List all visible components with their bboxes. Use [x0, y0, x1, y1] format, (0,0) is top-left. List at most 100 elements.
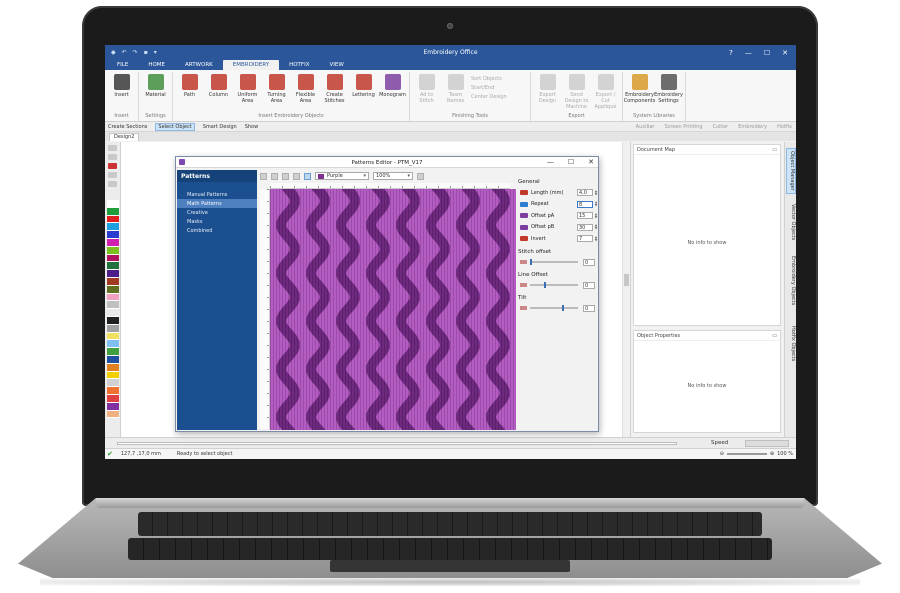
slider-value[interactable]: 0: [583, 304, 595, 312]
palette-swatch[interactable]: [107, 340, 119, 349]
show-button[interactable]: Show: [245, 124, 259, 130]
undo-icon[interactable]: ↶: [122, 49, 127, 56]
spinner-icon[interactable]: ▲ ▼: [594, 201, 598, 207]
slider-value[interactable]: 0: [583, 258, 595, 266]
maximize-button[interactable]: ☐: [764, 49, 770, 57]
palette-swatch[interactable]: [107, 200, 119, 208]
palette-swatch[interactable]: [107, 363, 119, 372]
tab-artwork[interactable]: ARTWORK: [175, 60, 223, 70]
zoom-out-icon[interactable]: ⊖: [720, 451, 724, 457]
palette-swatch[interactable]: [107, 410, 119, 419]
dialog-close-button[interactable]: ✕: [588, 158, 594, 166]
ribbon-button-2-4[interactable]: Flexible Area: [292, 72, 319, 112]
palette-swatch[interactable]: [107, 238, 119, 247]
palette-swatch[interactable]: [107, 316, 119, 325]
create-sections-button[interactable]: Create Sections: [108, 124, 147, 130]
ribbon-button-5-1[interactable]: Embroidery Settings: [654, 72, 683, 112]
smart-design-button[interactable]: Smart Design: [203, 124, 237, 130]
tab-file[interactable]: FILE: [107, 60, 138, 70]
scrollbar-thumb[interactable]: [624, 274, 629, 286]
spinner-icon[interactable]: ▲ ▼: [594, 235, 598, 242]
palette-swatch[interactable]: [107, 293, 119, 302]
patterns-nav-item-math-patterns[interactable]: Math Patterns: [177, 199, 257, 208]
zoom-icon[interactable]: [304, 172, 311, 180]
spinner-icon[interactable]: ▲ ▼: [594, 189, 598, 196]
stitch-tool-icon[interactable]: [108, 172, 117, 178]
palette-swatch[interactable]: [107, 379, 119, 388]
mode-screen-printing[interactable]: Screen Printing: [665, 124, 703, 130]
ribbon-button-2-7[interactable]: Monogram: [379, 72, 406, 112]
palette-swatch[interactable]: [107, 301, 119, 310]
mode-hotfix[interactable]: Hotfix: [777, 124, 792, 130]
ribbon-button-4-1[interactable]: Send Design to Machine: [563, 72, 590, 112]
ribbon-button-5-0[interactable]: Embroidery Components: [624, 72, 655, 112]
document-tab-design2[interactable]: Design2: [109, 133, 140, 141]
side-tab-object-manager[interactable]: Object Manager: [786, 148, 796, 194]
palette-swatch[interactable]: [107, 246, 119, 255]
canvas-vertical-scrollbar[interactable]: [622, 142, 630, 439]
ribbon-button-2-3[interactable]: Turning Area: [263, 72, 290, 112]
help-button[interactable]: ?: [729, 49, 733, 57]
select-object-button[interactable]: Select Object: [155, 122, 195, 131]
zoom-in-icon[interactable]: ⊕: [770, 451, 774, 457]
mode-cutter[interactable]: Cutter: [713, 124, 729, 130]
palette-swatch[interactable]: [107, 215, 119, 224]
quick-access-dropdown-icon[interactable]: ▾: [154, 49, 157, 56]
patterns-nav-item-combined[interactable]: Combined: [177, 226, 257, 235]
panel-menu-icon[interactable]: ▭: [772, 147, 777, 153]
palette-swatch[interactable]: [107, 254, 119, 263]
refresh-icon[interactable]: [417, 172, 424, 180]
palette-swatch[interactable]: [107, 270, 119, 278]
ribbon-button-3-1[interactable]: Team Names: [442, 72, 469, 112]
zoom-slider[interactable]: [726, 453, 767, 455]
open-icon[interactable]: [271, 172, 278, 180]
small-button-0[interactable]: Sort Objects: [471, 76, 527, 82]
slider-value[interactable]: 0: [583, 281, 595, 289]
panel-menu-icon[interactable]: ▭: [772, 333, 777, 339]
param-input[interactable]: 8: [577, 200, 593, 208]
pattern-preview[interactable]: [270, 189, 516, 430]
spinner-icon[interactable]: ▲ ▼: [594, 212, 598, 219]
slider-track[interactable]: [530, 282, 578, 288]
ribbon-button-2-2[interactable]: Uniform Area: [234, 72, 261, 112]
simulation-slider[interactable]: [117, 442, 677, 445]
param-input[interactable]: 7: [577, 235, 593, 243]
palette-swatch[interactable]: [107, 262, 119, 271]
palette-swatch[interactable]: [107, 277, 119, 286]
speed-control[interactable]: [745, 440, 789, 447]
fill-tool-icon[interactable]: [108, 154, 117, 160]
color-select[interactable]: Purple ▾: [315, 172, 369, 180]
slider-knob[interactable]: [562, 305, 564, 311]
palette-swatch[interactable]: [107, 223, 119, 232]
slider-track[interactable]: [530, 259, 578, 265]
red-tool-icon[interactable]: [108, 163, 117, 169]
dialog-minimize-button[interactable]: —: [547, 158, 554, 166]
color-tool-icon[interactable]: [108, 181, 117, 187]
palette-swatch[interactable]: [107, 324, 119, 333]
print-icon[interactable]: [293, 172, 300, 180]
zoom-select[interactable]: 100% ▾: [373, 172, 413, 180]
minimize-button[interactable]: —: [745, 49, 752, 57]
palette-swatch[interactable]: [107, 355, 119, 364]
side-tab-vector-objects[interactable]: Vector Objects: [786, 202, 796, 242]
palette-swatch[interactable]: [107, 231, 119, 239]
close-button[interactable]: ✕: [782, 49, 788, 57]
patterns-nav-item-manual-patterns[interactable]: Manual Patterns: [177, 190, 257, 199]
palette-swatch[interactable]: [107, 309, 119, 317]
tab-home[interactable]: HOME: [138, 60, 175, 70]
pen-tool-icon[interactable]: [108, 145, 117, 151]
mode-embroidery[interactable]: Embroidery: [738, 124, 767, 130]
param-input[interactable]: 4,0: [577, 189, 593, 197]
ribbon-button-1-0[interactable]: Material: [142, 72, 169, 112]
side-tab-embroidery-objects[interactable]: Embroidery Objects: [786, 254, 796, 307]
ribbon-button-4-2[interactable]: Export / Cut Appliqué: [592, 72, 619, 112]
palette-swatch[interactable]: [107, 207, 119, 216]
ribbon-button-2-1[interactable]: Column: [205, 72, 232, 112]
save-icon[interactable]: ▪: [144, 49, 148, 56]
spinner-icon[interactable]: ▲ ▼: [594, 224, 598, 230]
ribbon-button-2-0[interactable]: Path: [176, 72, 203, 112]
tab-embroidery[interactable]: EMBROIDERY: [222, 60, 280, 70]
ribbon-button-0-0[interactable]: Insert: [108, 72, 135, 112]
patterns-nav-item-masks[interactable]: Masks: [177, 217, 257, 226]
patterns-nav-item-creative[interactable]: Creative: [177, 208, 257, 217]
